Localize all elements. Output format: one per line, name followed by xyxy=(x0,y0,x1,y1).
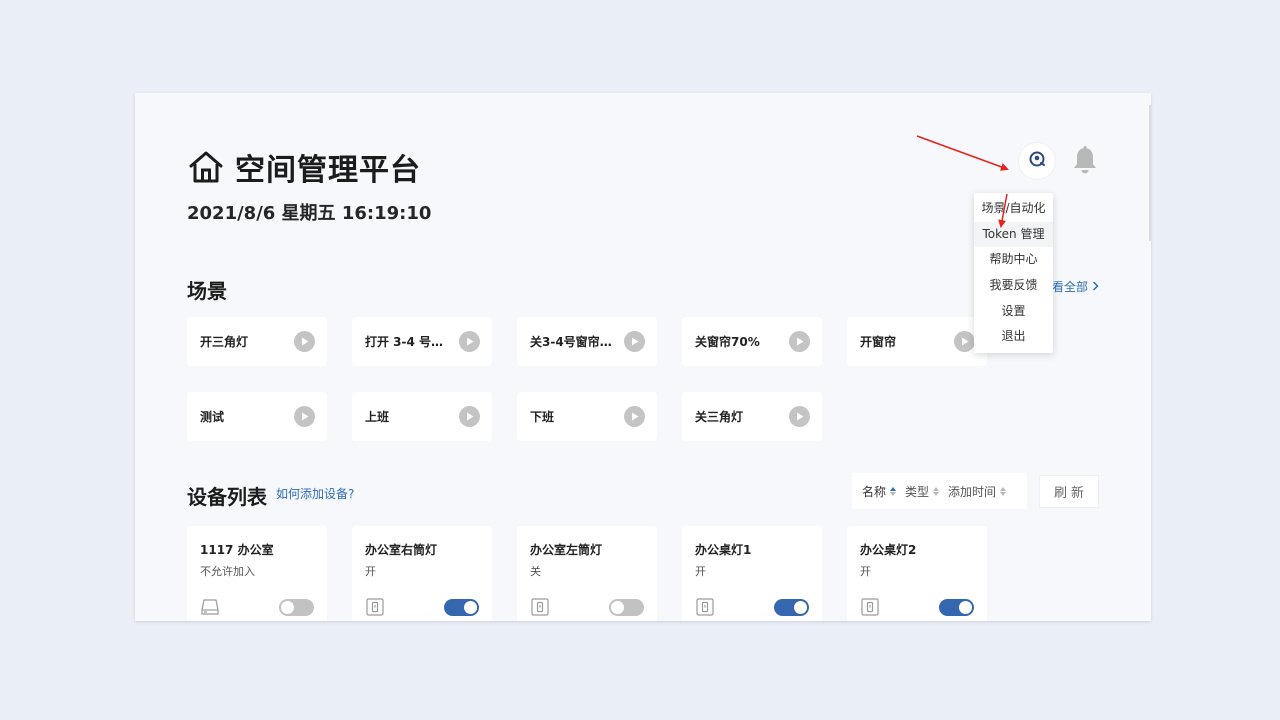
scene-list: 开三角灯 打开 3-4 号窗帘 关3-4号窗帘百叶 关窗帘70% 开窗帘 测试 … xyxy=(187,317,987,441)
device-status: 不允许加入 xyxy=(200,565,255,578)
devices-section-title: 设备列表 xyxy=(187,485,267,509)
device-card[interactable]: 办公桌灯2 开 xyxy=(847,526,987,621)
scene-card[interactable]: 开三角灯 xyxy=(187,317,327,366)
refresh-button[interactable]: 刷新 xyxy=(1039,475,1099,508)
notification-button[interactable] xyxy=(1069,145,1101,179)
play-icon[interactable] xyxy=(789,406,810,427)
menu-item-logout[interactable]: 退出 xyxy=(974,324,1053,350)
scene-name: 下班 xyxy=(530,410,555,424)
device-name: 办公桌灯2 xyxy=(860,543,917,557)
page-title: 空间管理平台 xyxy=(235,153,421,188)
sort-label: 名称 xyxy=(862,484,887,499)
see-all-label: 看全部 xyxy=(1052,280,1089,294)
device-toggle[interactable] xyxy=(939,599,974,616)
scene-name: 关窗帘70% xyxy=(695,335,760,349)
how-to-add-device-link[interactable]: 如何添加设备? xyxy=(276,485,354,502)
scene-card[interactable]: 测试 xyxy=(187,392,327,441)
scene-card[interactable]: 打开 3-4 号窗帘 xyxy=(352,317,492,366)
switch-panel-icon xyxy=(695,597,715,617)
device-toggle[interactable] xyxy=(444,599,479,616)
sort-label: 添加时间 xyxy=(948,484,997,499)
play-icon[interactable] xyxy=(294,331,315,352)
page-header: 空间管理平台 xyxy=(187,145,421,189)
scene-card[interactable]: 关窗帘70% xyxy=(682,317,822,366)
user-avatar-button[interactable] xyxy=(1019,143,1055,179)
device-status: 开 xyxy=(695,565,706,578)
user-icon xyxy=(1028,150,1046,172)
play-icon[interactable] xyxy=(459,406,480,427)
device-name: 办公室左筒灯 xyxy=(530,543,603,557)
switch-panel-icon xyxy=(860,597,880,617)
device-toggle[interactable] xyxy=(609,599,644,616)
chevron-right-icon xyxy=(1092,280,1099,294)
device-status: 开 xyxy=(365,565,376,578)
scene-name: 上班 xyxy=(365,410,390,424)
menu-item-scenes-automation[interactable]: 场景/自动化 xyxy=(974,196,1053,222)
bell-icon xyxy=(1071,145,1099,179)
device-status: 关 xyxy=(530,565,541,578)
scene-card[interactable]: 上班 xyxy=(352,392,492,441)
play-icon[interactable] xyxy=(624,406,645,427)
sort-by-added-time[interactable]: 添加时间 xyxy=(948,483,1007,500)
scene-name: 关3-4号窗帘百叶 xyxy=(530,335,618,349)
sort-label: 类型 xyxy=(905,484,930,499)
annotation-arrow xyxy=(916,135,1009,171)
device-list: 1117 办公室 不允许加入 办公室右筒灯 开 办公室左筒灯 关 办公桌灯1 开… xyxy=(187,526,987,621)
scenes-section-title: 场景 xyxy=(187,279,227,303)
sort-bar: 名称 类型 添加时间 xyxy=(852,473,1027,509)
device-name: 1117 办公室 xyxy=(200,543,274,557)
device-name: 办公室右筒灯 xyxy=(365,543,438,557)
scene-card[interactable]: 关3-4号窗帘百叶 xyxy=(517,317,657,366)
play-icon[interactable] xyxy=(294,406,315,427)
device-toggle[interactable] xyxy=(279,599,314,616)
sort-caret-icon xyxy=(1000,486,1007,496)
play-icon[interactable] xyxy=(954,331,975,352)
see-all-scenes-link[interactable]: 看全部 xyxy=(1052,278,1099,295)
current-datetime: 2021/8/6 星期五 16:19:10 xyxy=(187,203,432,224)
sort-by-type[interactable]: 类型 xyxy=(905,483,940,500)
scene-card[interactable]: 下班 xyxy=(517,392,657,441)
sort-caret-icon xyxy=(890,486,897,496)
menu-item-token-management[interactable]: Token 管理 xyxy=(974,221,1053,248)
switch-panel-icon xyxy=(365,597,385,617)
device-status: 开 xyxy=(860,565,871,578)
switch-panel-icon xyxy=(530,597,550,617)
scene-name: 关三角灯 xyxy=(695,410,744,424)
menu-item-settings[interactable]: 设置 xyxy=(974,299,1053,325)
device-card[interactable]: 办公室右筒灯 开 xyxy=(352,526,492,621)
scene-name: 开窗帘 xyxy=(860,335,897,349)
scene-name: 测试 xyxy=(200,410,225,424)
device-name: 办公桌灯1 xyxy=(695,543,752,557)
scene-name: 开三角灯 xyxy=(200,335,249,349)
play-icon[interactable] xyxy=(459,331,480,352)
device-toggle[interactable] xyxy=(774,599,809,616)
device-card[interactable]: 办公室左筒灯 关 xyxy=(517,526,657,621)
sort-by-name[interactable]: 名称 xyxy=(862,483,897,500)
sort-caret-icon xyxy=(933,486,940,496)
scene-card[interactable]: 关三角灯 xyxy=(682,392,822,441)
play-icon[interactable] xyxy=(624,331,645,352)
device-card[interactable]: 1117 办公室 不允许加入 xyxy=(187,526,327,621)
scene-name: 打开 3-4 号窗帘 xyxy=(365,335,453,349)
play-icon[interactable] xyxy=(789,331,810,352)
scrollbar[interactable] xyxy=(1149,105,1151,241)
app-window: 空间管理平台 2021/8/6 星期五 16:19:10 场景/自动化 Toke… xyxy=(135,93,1151,621)
scene-card[interactable]: 开窗帘 xyxy=(847,317,987,366)
gateway-icon xyxy=(200,597,220,617)
home-icon xyxy=(187,148,225,186)
user-dropdown-menu: 场景/自动化 Token 管理 帮助中心 我要反馈 设置 退出 xyxy=(974,193,1053,354)
menu-item-feedback[interactable]: 我要反馈 xyxy=(974,273,1053,299)
device-card[interactable]: 办公桌灯1 开 xyxy=(682,526,822,621)
menu-item-help-center[interactable]: 帮助中心 xyxy=(974,247,1053,273)
